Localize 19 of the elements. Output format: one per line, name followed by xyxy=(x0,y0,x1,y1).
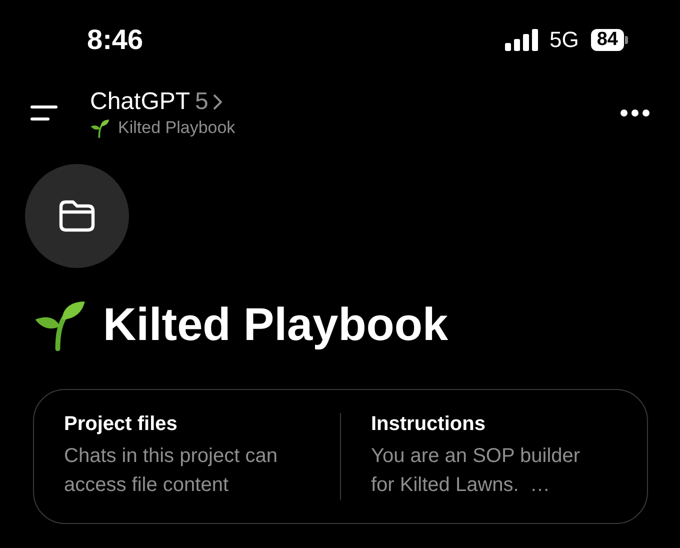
chevron-right-icon[interactable] xyxy=(213,94,222,110)
sprout-icon xyxy=(90,118,110,138)
battery-indicator: 84 xyxy=(590,29,628,51)
network-label: 5G xyxy=(550,27,579,53)
app-title[interactable]: ChatGPT xyxy=(90,88,190,116)
section-heading: Instructions xyxy=(371,413,486,436)
project-subtitle: Kilted Playbook xyxy=(118,118,236,138)
section-heading: Project files xyxy=(64,413,178,436)
info-section[interactable]: Project files Chats in this project can access file content xyxy=(34,413,340,500)
signal-icon xyxy=(504,29,538,51)
section-text: You are an SOP builder for Kilted Lawns. … xyxy=(371,444,582,498)
project-title: Kilted Playbook xyxy=(103,297,448,351)
model-version[interactable]: 5 xyxy=(195,88,208,116)
status-time: 8:46 xyxy=(87,24,144,56)
more-icon[interactable] xyxy=(620,109,650,117)
info-section[interactable]: Instructions You are an SOP builder for Kilted Lawns. … xyxy=(340,413,647,500)
folder-icon xyxy=(57,199,97,233)
menu-icon[interactable] xyxy=(30,103,58,123)
section-text: Chats in this project can access file content xyxy=(64,444,278,498)
